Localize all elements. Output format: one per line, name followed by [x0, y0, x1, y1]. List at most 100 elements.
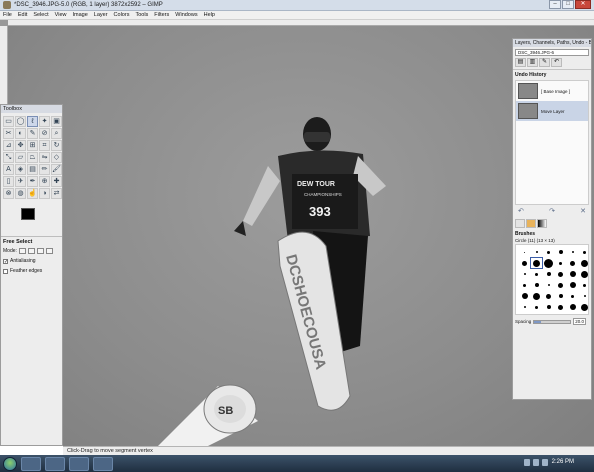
brush-preset[interactable]: [519, 269, 530, 279]
move-tool-icon[interactable]: ✥: [15, 140, 26, 151]
paths-tool-icon[interactable]: ✎: [27, 128, 38, 139]
menu-select[interactable]: Select: [33, 12, 48, 18]
brush-preset[interactable]: [567, 291, 578, 301]
perspective-tool-icon[interactable]: ⏢: [27, 152, 38, 163]
brush-preset[interactable]: [519, 258, 530, 268]
feather-edges-checkbox[interactable]: [3, 268, 8, 274]
undo-icon[interactable]: ↶: [518, 207, 524, 215]
tray-network-icon[interactable]: [524, 459, 530, 466]
menu-image[interactable]: Image: [72, 12, 87, 18]
foreground-color-swatch[interactable]: [21, 208, 35, 220]
ink-tool-icon[interactable]: ✒: [27, 176, 38, 187]
brush-preset[interactable]: [543, 247, 554, 257]
heal-tool-icon[interactable]: ✚: [51, 176, 62, 187]
brush-preset[interactable]: [519, 291, 530, 301]
fuzzy-select-tool-icon[interactable]: ✦: [39, 116, 50, 127]
layers-tab-icon[interactable]: ▤: [515, 58, 526, 67]
brush-preset[interactable]: [555, 269, 566, 279]
color-picker-tool-icon[interactable]: ⊘: [39, 128, 50, 139]
brush-preset[interactable]: [555, 291, 566, 301]
brush-preset[interactable]: [531, 269, 542, 279]
brush-preset[interactable]: [579, 258, 590, 268]
taskbar-gimp-icon[interactable]: [93, 456, 113, 471]
tray-flag-icon[interactable]: [542, 459, 548, 466]
brush-preset[interactable]: [530, 257, 543, 269]
eraser-tool-icon[interactable]: ▯: [3, 176, 14, 187]
brush-preset[interactable]: [567, 280, 578, 290]
pencil-tool-icon[interactable]: ✏: [39, 164, 50, 175]
menu-file[interactable]: File: [3, 12, 12, 18]
flip-tool-icon[interactable]: ⇋: [39, 152, 50, 163]
mode-add-button[interactable]: [27, 248, 35, 254]
brush-preset[interactable]: [579, 302, 590, 312]
brush-preset[interactable]: [579, 269, 590, 279]
brush-preset[interactable]: [579, 247, 590, 257]
brush-preset[interactable]: [567, 269, 578, 279]
brush-preset[interactable]: [543, 302, 554, 312]
brush-preset[interactable]: [531, 291, 542, 301]
crop-tool-icon[interactable]: ⌗: [39, 140, 50, 151]
brush-preset[interactable]: [531, 302, 542, 312]
menu-edit[interactable]: Edit: [18, 12, 27, 18]
undo-tab-icon[interactable]: ↶: [551, 58, 562, 67]
brush-preset[interactable]: [579, 280, 590, 290]
blur-tool-icon[interactable]: ◍: [15, 188, 26, 199]
perspective-clone-tool-icon[interactable]: ⊗: [3, 188, 14, 199]
scissors-tool-icon[interactable]: ✂: [3, 128, 14, 139]
brush-preset[interactable]: [579, 291, 590, 301]
brush-preset[interactable]: [555, 302, 566, 312]
photo-canvas[interactable]: SB DEW TOUR CHAMPIONSHIPS 393 DCSHOECOUS…: [8, 26, 594, 446]
brush-preset[interactable]: [543, 258, 554, 268]
free-select-tool-icon[interactable]: ℓ: [27, 116, 38, 127]
mode-intersect-button[interactable]: [45, 248, 53, 254]
menu-filters[interactable]: Filters: [154, 12, 169, 18]
minimize-button[interactable]: –: [549, 0, 561, 9]
undo-item-base-image[interactable]: [ Base Image ]: [516, 81, 588, 101]
text-tool-icon[interactable]: A: [3, 164, 14, 175]
zoom-tool-icon[interactable]: ⌕: [51, 128, 62, 139]
image-canvas-area[interactable]: SB DEW TOUR CHAMPIONSHIPS 393 DCSHOECOUS…: [0, 20, 594, 446]
brush-preset[interactable]: [519, 247, 530, 257]
menu-colors[interactable]: Colors: [114, 12, 130, 18]
brush-preset[interactable]: [555, 258, 566, 268]
cage-tool-icon[interactable]: ◇: [51, 152, 62, 163]
blend-tool-icon[interactable]: ▤: [27, 164, 38, 175]
measure-tool-icon[interactable]: ⊿: [3, 140, 14, 151]
brush-preset[interactable]: [555, 280, 566, 290]
brush-preset[interactable]: [531, 247, 542, 257]
foreground-select-tool-icon[interactable]: ◐: [15, 128, 26, 139]
gradients-tab-icon[interactable]: [537, 219, 547, 228]
menu-tools[interactable]: Tools: [135, 12, 148, 18]
brush-preset[interactable]: [543, 280, 554, 290]
taskbar-explorer-icon[interactable]: [45, 456, 65, 471]
redo-icon[interactable]: ↷: [549, 207, 555, 215]
start-button-icon[interactable]: [3, 456, 17, 471]
brush-preset[interactable]: [567, 258, 578, 268]
taskbar-ie-icon[interactable]: [21, 456, 41, 471]
mode-replace-button[interactable]: [18, 248, 26, 254]
spacing-value[interactable]: 20.0: [573, 318, 587, 325]
smudge-tool-icon[interactable]: ☝: [27, 188, 38, 199]
brush-preset[interactable]: [555, 247, 566, 257]
paths-tab-icon[interactable]: ✎: [539, 58, 550, 67]
image-selector-dropdown[interactable]: DSC_3946.JPG-6: [515, 49, 589, 56]
brush-preset[interactable]: [543, 269, 554, 279]
ellipse-select-tool-icon[interactable]: ◯: [15, 116, 26, 127]
airbrush-tool-icon[interactable]: ✈: [15, 176, 26, 187]
brush-preset[interactable]: [531, 280, 542, 290]
menu-layer[interactable]: Layer: [94, 12, 108, 18]
taskbar-media-icon[interactable]: [69, 456, 89, 471]
scale-tool-icon[interactable]: ⤡: [3, 152, 14, 163]
brushes-tab-icon[interactable]: [515, 219, 525, 228]
brush-preset[interactable]: [567, 302, 578, 312]
rect-select-tool-icon[interactable]: ▭: [3, 116, 14, 127]
undo-item-move-layer[interactable]: Move Layer: [516, 101, 588, 121]
menu-help[interactable]: Help: [204, 12, 215, 18]
brush-preset[interactable]: [519, 280, 530, 290]
menu-windows[interactable]: Windows: [175, 12, 197, 18]
align-tool-icon[interactable]: ⊞: [27, 140, 38, 151]
bucket-fill-tool-icon[interactable]: ◈: [15, 164, 26, 175]
patterns-tab-icon[interactable]: [526, 219, 536, 228]
maximize-button[interactable]: □: [562, 0, 574, 9]
color-swap-icon[interactable]: ⇄: [51, 188, 62, 199]
